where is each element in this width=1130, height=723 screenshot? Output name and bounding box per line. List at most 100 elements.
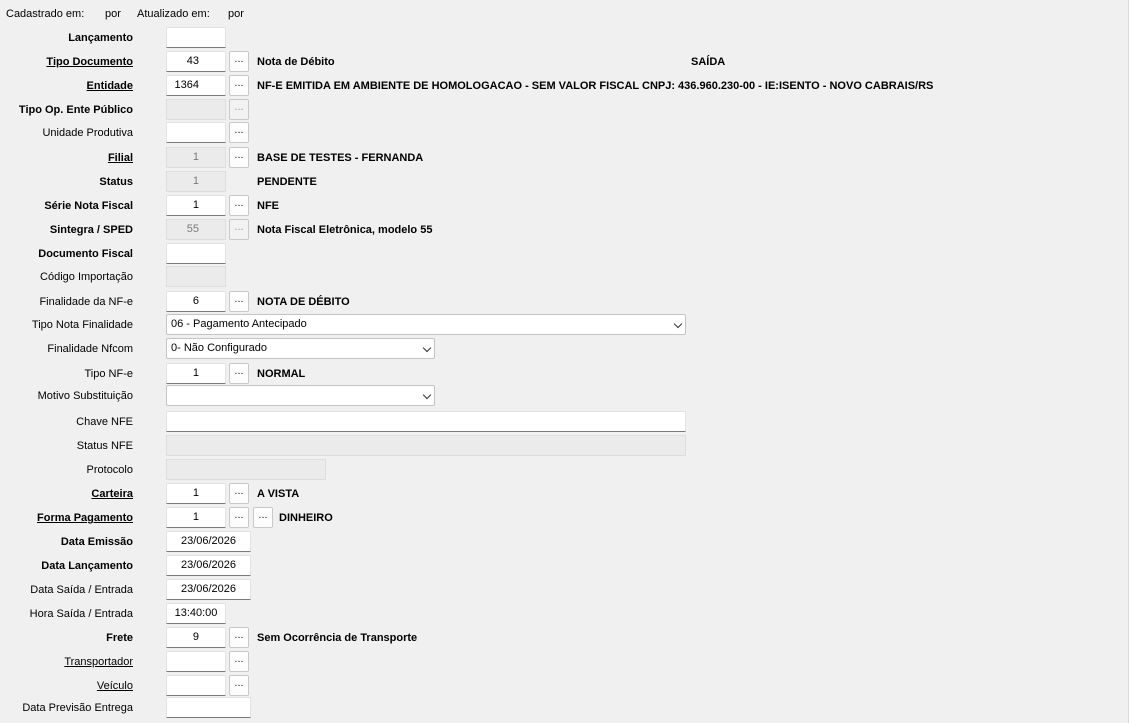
row-motivo-substituicao: Motivo Substituição — [0, 385, 1120, 407]
tipo-nota-finalidade-select[interactable]: 06 - Pagamento Antecipado — [166, 314, 686, 335]
forma-pagamento-detail-button[interactable]: ... — [253, 507, 273, 528]
tipo-nfe-search-button[interactable]: ... — [229, 363, 249, 384]
forma-pagamento-search-button[interactable]: ... — [229, 507, 249, 528]
veiculo-input[interactable] — [166, 675, 226, 696]
chevron-down-icon — [422, 343, 432, 353]
veiculo-search-button[interactable]: ... — [229, 675, 249, 696]
sintegra-label: Sintegra / SPED — [49, 224, 133, 236]
finalidade-nfe-search-button[interactable]: ... — [229, 291, 249, 312]
entidade-search-button[interactable]: ... — [229, 75, 249, 96]
cadastrado-label: Cadastrado em: — [6, 8, 85, 20]
hora-saida-input[interactable]: 13:40:00 — [166, 603, 226, 624]
data-emissao-input[interactable]: 23/06/2026 — [166, 531, 251, 552]
forma-pagamento-link[interactable]: Forma Pagamento — [37, 507, 133, 529]
filial-link[interactable]: Filial — [108, 147, 133, 169]
row-data-previsao: Data Previsão Entrega — [0, 697, 1120, 719]
tipo-op-input — [166, 99, 226, 120]
row-entidade: Entidade 1364 ... NF-E EMITIDA EM AMBIEN… — [0, 75, 1120, 97]
row-data-saida: Data Saída / Entrada 23/06/2026 — [0, 579, 1120, 601]
row-frete: Frete 9 ... Sem Ocorrência de Transporte — [0, 627, 1120, 649]
tipo-documento-link[interactable]: Tipo Documento — [46, 51, 133, 73]
finalidade-nfcom-label: Finalidade Nfcom — [47, 343, 133, 355]
frete-label: Frete — [106, 632, 133, 644]
row-protocolo: Protocolo — [0, 459, 1120, 481]
tipo-documento-desc: Nota de Débito — [257, 56, 335, 68]
frete-search-button[interactable]: ... — [229, 627, 249, 648]
status-input: 1 — [166, 171, 226, 192]
atualizado-por-label: por — [228, 8, 244, 20]
chevron-down-icon — [422, 390, 432, 400]
row-data-emissao: Data Emissão 23/06/2026 — [0, 531, 1120, 553]
finalidade-nfcom-value: 0- Não Configurado — [171, 342, 268, 354]
frete-desc: Sem Ocorrência de Transporte — [257, 632, 418, 644]
finalidade-nfe-desc: NOTA DE DÉBITO — [257, 296, 350, 308]
status-nfe-input — [166, 435, 686, 456]
serie-input[interactable]: 1 — [166, 195, 226, 216]
data-saida-input[interactable]: 23/06/2026 — [166, 579, 251, 600]
entidade-link[interactable]: Entidade — [87, 75, 133, 97]
row-finalidade-nfe: Finalidade da NF-e 6 ... NOTA DE DÉBITO — [0, 291, 1120, 313]
codigo-importacao-input — [166, 266, 226, 287]
chave-nfe-label: Chave NFE — [76, 416, 133, 428]
forma-pagamento-desc: DINHEIRO — [279, 512, 333, 524]
entidade-desc: NF-E EMITIDA EM AMBIENTE DE HOMOLOGACAO … — [257, 80, 934, 92]
transportador-search-button[interactable]: ... — [229, 651, 249, 672]
sintegra-input: 55 — [166, 219, 226, 240]
frete-input[interactable]: 9 — [166, 627, 226, 648]
carteira-link[interactable]: Carteira — [91, 483, 133, 505]
veiculo-link[interactable]: Veículo — [97, 675, 133, 697]
tipo-nota-finalidade-value: 06 - Pagamento Antecipado — [171, 318, 307, 330]
chevron-down-icon — [673, 319, 683, 329]
serie-search-button[interactable]: ... — [229, 195, 249, 216]
forma-pagamento-input[interactable]: 1 — [166, 507, 226, 528]
tipo-nfe-label: Tipo NF-e — [84, 368, 134, 380]
unidade-produtiva-input[interactable] — [166, 122, 226, 143]
documento-fiscal-input[interactable] — [166, 243, 226, 264]
row-chave-nfe: Chave NFE — [0, 411, 1120, 433]
lancamento-input[interactable] — [166, 27, 226, 48]
row-lancamento: Lançamento — [0, 27, 1120, 49]
tipo-documento-input[interactable]: 43 — [166, 51, 226, 72]
motivo-substituicao-label: Motivo Substituição — [37, 390, 133, 402]
motivo-substituicao-select[interactable] — [166, 385, 435, 406]
data-lancamento-input[interactable]: 23/06/2026 — [166, 555, 251, 576]
row-sintegra: Sintegra / SPED 55 ... Nota Fiscal Eletr… — [0, 219, 1120, 241]
transportador-link[interactable]: Transportador — [64, 651, 133, 673]
hora-saida-label: Hora Saída / Entrada — [29, 608, 133, 620]
protocolo-input — [166, 459, 326, 480]
tipo-op-search-button: ... — [229, 99, 249, 120]
row-serie: Série Nota Fiscal 1 ... NFE — [0, 195, 1120, 217]
row-data-lancamento: Data Lançamento 23/06/2026 — [0, 555, 1120, 577]
transportador-input[interactable] — [166, 651, 226, 672]
status-nfe-label: Status NFE — [76, 440, 133, 452]
finalidade-nfcom-select[interactable]: 0- Não Configurado — [166, 338, 435, 359]
unidade-produtiva-search-button[interactable]: ... — [229, 122, 249, 143]
entidade-input[interactable]: 1364 — [166, 75, 226, 96]
tipo-nfe-input[interactable]: 1 — [166, 363, 226, 384]
atualizado-label: Atualizado em: — [137, 8, 210, 20]
status-label: Status — [99, 176, 133, 188]
documento-fiscal-label: Documento Fiscal — [38, 248, 133, 260]
finalidade-nfe-input[interactable]: 6 — [166, 291, 226, 312]
serie-label: Série Nota Fiscal — [44, 200, 133, 212]
row-finalidade-nfcom: Finalidade Nfcom 0- Não Configurado — [0, 338, 1120, 360]
row-filial: Filial 1 ... BASE DE TESTES - FERNANDA — [0, 147, 1120, 169]
carteira-search-button[interactable]: ... — [229, 483, 249, 504]
row-status: Status 1 PENDENTE — [0, 171, 1120, 193]
status-desc: PENDENTE — [257, 176, 317, 188]
row-documento-fiscal: Documento Fiscal — [0, 243, 1120, 265]
cadastrado-por-label: por — [105, 8, 121, 20]
carteira-desc: A VISTA — [257, 488, 300, 500]
filial-search-button[interactable]: ... — [229, 147, 249, 168]
chave-nfe-input[interactable] — [166, 411, 686, 432]
row-tipo-nfe: Tipo NF-e 1 ... NORMAL — [0, 363, 1120, 385]
tipo-nota-finalidade-label: Tipo Nota Finalidade — [31, 319, 133, 331]
filial-desc: BASE DE TESTES - FERNANDA — [257, 152, 424, 164]
carteira-input[interactable]: 1 — [166, 483, 226, 504]
data-previsao-label: Data Previsão Entrega — [22, 702, 133, 714]
serie-desc: NFE — [257, 200, 279, 212]
tipo-documento-search-button[interactable]: ... — [229, 51, 249, 72]
lancamento-label: Lançamento — [68, 32, 133, 44]
data-previsao-input[interactable] — [166, 697, 251, 718]
operation-type-label: SAÍDA — [691, 56, 726, 68]
